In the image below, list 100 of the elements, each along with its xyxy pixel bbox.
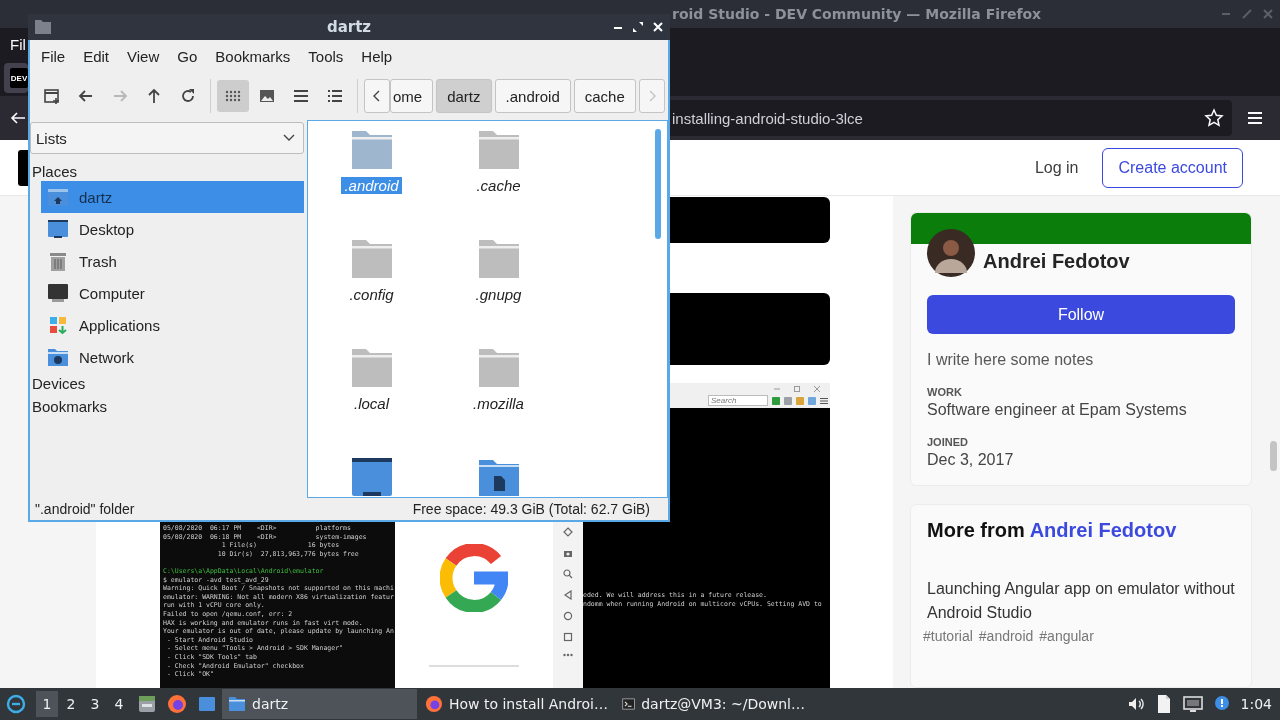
minimize-icon bbox=[774, 386, 780, 392]
maximize-icon[interactable] bbox=[632, 21, 644, 33]
scrollbar[interactable] bbox=[1270, 441, 1277, 471]
field-label: WORK bbox=[927, 386, 963, 398]
tab-icon bbox=[784, 396, 792, 405]
place-item[interactable]: Applications bbox=[41, 309, 304, 341]
more-icon[interactable] bbox=[563, 653, 573, 657]
place-item[interactable]: Computer bbox=[41, 277, 304, 309]
notification-icon[interactable] bbox=[1212, 695, 1231, 713]
browser-icon[interactable] bbox=[167, 694, 187, 714]
place-item[interactable]: dartz bbox=[41, 181, 304, 213]
desktop-folder-icon bbox=[350, 456, 393, 496]
menu-item[interactable]: Edit bbox=[74, 43, 119, 69]
menu-item[interactable]: Go bbox=[168, 43, 207, 69]
reload-icon bbox=[179, 87, 197, 105]
menu-item[interactable]: File bbox=[32, 43, 75, 69]
menu-item[interactable]: Bookmarks bbox=[206, 43, 300, 69]
author-link[interactable]: Andrei Fedotov bbox=[1029, 519, 1177, 541]
desktop-icon bbox=[47, 219, 69, 239]
menu-icon bbox=[820, 396, 828, 405]
home-folder-icon bbox=[47, 187, 69, 207]
folder-icon bbox=[350, 347, 393, 387]
menu-item[interactable]: Fil bbox=[10, 35, 26, 53]
applications-icon bbox=[47, 315, 69, 335]
add-tab-icon bbox=[43, 87, 61, 105]
close-icon bbox=[814, 386, 820, 392]
place-item[interactable]: Desktop bbox=[41, 213, 304, 245]
menu-item[interactable]: Tools bbox=[299, 43, 353, 69]
zoom-icon[interactable] bbox=[563, 569, 573, 579]
path-button[interactable]: dartz bbox=[436, 79, 492, 113]
logo-icon bbox=[440, 544, 508, 612]
task-button[interactable]: How to install Androi… bbox=[419, 689, 614, 719]
author-name: Andrei Fedotov bbox=[983, 250, 1130, 274]
workspace-button[interactable]: 2 bbox=[60, 691, 82, 717]
section-heading: More from Andrei Fedotov bbox=[927, 519, 1178, 542]
display-icon[interactable] bbox=[1182, 695, 1203, 713]
section-header[interactable]: Bookmarks bbox=[30, 398, 304, 419]
chevron-left-icon bbox=[372, 90, 382, 102]
site-favicon: DEV bbox=[10, 68, 28, 88]
lock-icon bbox=[796, 396, 804, 405]
tag-link[interactable]: #tutorial bbox=[923, 628, 973, 644]
workspace-button[interactable]: 1 bbox=[36, 691, 58, 717]
section-header[interactable]: Devices bbox=[30, 375, 304, 396]
task-button[interactable]: dartz@VM3: ~/Downl… bbox=[616, 689, 811, 719]
place-item[interactable]: Network bbox=[41, 341, 304, 373]
clock[interactable]: 1:04 bbox=[1240, 696, 1272, 712]
file-name[interactable]: .gnupg bbox=[472, 286, 525, 303]
window-icon bbox=[808, 396, 816, 405]
path-button[interactable]: .android bbox=[494, 79, 571, 113]
login-link[interactable]: Log in bbox=[1018, 150, 1095, 185]
star-icon[interactable] bbox=[1204, 108, 1224, 128]
field-label: JOINED bbox=[927, 436, 969, 448]
pane-dropdown[interactable]: Lists bbox=[30, 122, 304, 154]
menu-item[interactable]: Help bbox=[352, 43, 402, 69]
menu-item[interactable]: View bbox=[118, 43, 169, 69]
folder-icon bbox=[34, 19, 52, 35]
avatar bbox=[927, 229, 975, 277]
terminal-icon bbox=[622, 696, 636, 712]
home-icon[interactable] bbox=[563, 611, 573, 621]
article-link[interactable]: Launching Angular app on emulator without Android Studio bbox=[927, 577, 1235, 625]
camera-icon[interactable] bbox=[563, 548, 573, 558]
menu-icon[interactable] bbox=[1246, 110, 1264, 126]
create-account-button[interactable]: Create account bbox=[1102, 147, 1243, 188]
list-icon bbox=[292, 87, 310, 105]
window-title: roid Studio - DEV Community — Mozilla Firefox bbox=[672, 6, 1042, 22]
view-mode-button[interactable] bbox=[217, 80, 249, 112]
maximize-icon bbox=[794, 386, 800, 392]
window-title: dartz bbox=[326, 18, 372, 36]
tag-link[interactable]: #angular bbox=[1039, 628, 1094, 644]
workspace-button[interactable]: 3 bbox=[84, 691, 106, 717]
file-name[interactable]: .local bbox=[351, 395, 392, 412]
browser-tab[interactable]: DEV bbox=[4, 63, 28, 93]
file-name[interactable]: .mozilla bbox=[470, 395, 527, 412]
network-folder-icon bbox=[47, 347, 69, 367]
field-value: Dec 3, 2017 bbox=[927, 451, 1015, 469]
file-cabinet-icon[interactable] bbox=[137, 694, 157, 714]
folder-icon bbox=[228, 696, 246, 712]
add-icon bbox=[772, 396, 780, 405]
chevron-down-icon bbox=[283, 134, 295, 142]
folder-icon bbox=[477, 347, 520, 387]
overview-icon[interactable] bbox=[563, 632, 573, 642]
tag-link[interactable]: #android bbox=[978, 628, 1034, 644]
scrollbar[interactable] bbox=[655, 129, 661, 239]
rotate-icon[interactable] bbox=[563, 527, 573, 537]
back-icon[interactable] bbox=[10, 110, 26, 126]
show-desktop-icon[interactable] bbox=[197, 694, 217, 714]
bio-text: I write here some notes bbox=[927, 351, 1095, 369]
place-item[interactable]: Trash bbox=[41, 245, 304, 277]
task-button[interactable]: dartz bbox=[222, 689, 417, 719]
browser-icon bbox=[425, 695, 443, 713]
image-icon bbox=[258, 87, 276, 105]
file-name[interactable]: .cache bbox=[473, 177, 524, 194]
follow-button[interactable]: Follow bbox=[927, 295, 1235, 334]
start-menu-icon[interactable] bbox=[6, 694, 26, 714]
file-name[interactable]: .config bbox=[346, 286, 397, 303]
workspace-button[interactable]: 4 bbox=[108, 691, 130, 717]
section-header: Places bbox=[31, 163, 79, 181]
path-button[interactable]: cache bbox=[573, 79, 636, 113]
detailed-list-icon bbox=[326, 87, 344, 105]
path-button[interactable]: ome bbox=[390, 79, 434, 113]
